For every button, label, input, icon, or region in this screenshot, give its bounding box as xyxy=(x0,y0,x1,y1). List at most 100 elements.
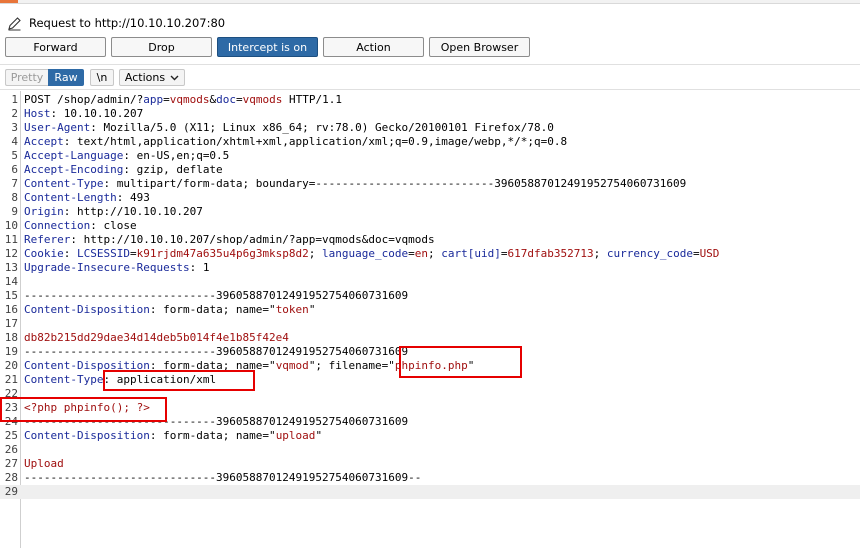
line-text: db82b215dd29dae34d14deb5b014f4e1b85f42e4 xyxy=(24,331,289,345)
line-number: 20 xyxy=(4,359,18,372)
code-token: Connection xyxy=(24,219,91,232)
code-token: Content-Type xyxy=(24,177,104,190)
raw-request-editor[interactable]: 1 POST /shop/admin/?app=vqmods&doc=vqmods… xyxy=(0,91,860,548)
actions-label: Actions xyxy=(124,71,166,84)
code-token: HTTP/1.1 xyxy=(282,93,342,106)
line-number: 15 xyxy=(4,289,18,302)
code-token: Upgrade-Insecure-Requests xyxy=(24,261,190,274)
line-number: 13 xyxy=(4,261,18,274)
highlight-content-type-box xyxy=(103,370,255,391)
line-text: Accept: text/html,application/xhtml+xml,… xyxy=(24,135,567,149)
code-line: 6 Accept-Encoding: gzip, deflate xyxy=(0,163,860,177)
code-token: : 493 xyxy=(116,191,150,204)
code-token: vqmod xyxy=(275,359,309,372)
action-button[interactable]: Action xyxy=(323,37,424,57)
line-text: -----------------------------39605887012… xyxy=(24,289,408,303)
line-number: 21 xyxy=(4,373,18,386)
code-line: 12 Cookie: LCSESSID=k91rjdm47a635u4p6g3mk… xyxy=(0,247,860,261)
code-line: 8 Content-Length: 493 xyxy=(0,191,860,205)
raw-view-tab[interactable]: Raw xyxy=(48,69,84,86)
line-text: -----------------------------39605887012… xyxy=(24,471,421,485)
line-number: 18 xyxy=(4,331,18,344)
code-line: 16 Content-Disposition: form-data; name="… xyxy=(0,303,860,317)
line-number: 11 xyxy=(4,233,18,246)
line-text: Upload xyxy=(24,457,64,471)
code-token: = xyxy=(129,247,137,260)
code-token: : xyxy=(63,247,77,260)
code-token: Accept xyxy=(24,135,64,148)
pretty-view-tab[interactable]: Pretty xyxy=(5,69,48,86)
code-token: Origin xyxy=(24,205,64,218)
code-line: 14 xyxy=(0,275,860,289)
code-line: 26 xyxy=(0,443,860,457)
code-token: = xyxy=(163,93,170,106)
code-token: token xyxy=(275,303,309,316)
show-newlines-toggle[interactable]: \n xyxy=(90,69,114,86)
intercept-toggle-button[interactable]: Intercept is on xyxy=(217,37,318,57)
code-token: -----------------------------39605887012… xyxy=(24,345,409,358)
code-token: Referer xyxy=(24,233,71,246)
code-line: 15 -----------------------------396058870… xyxy=(0,289,860,303)
line-text: Referer: http://10.10.10.207/shop/admin/… xyxy=(24,233,435,247)
line-text: -----------------------------39605887012… xyxy=(24,345,408,359)
line-number: 7 xyxy=(11,177,18,190)
line-number: 2 xyxy=(11,107,18,120)
code-line: 1 POST /shop/admin/?app=vqmods&doc=vqmods… xyxy=(0,93,860,107)
code-token: : form-data; name=" xyxy=(149,429,276,442)
code-token: User-Agent xyxy=(24,121,91,134)
line-text: Host: 10.10.10.207 xyxy=(24,107,143,121)
code-line: 2 Host: 10.10.10.207 xyxy=(0,107,860,121)
code-token: -----------------------------39605887012… xyxy=(24,471,422,484)
code-token: vqmods xyxy=(242,93,283,106)
code-line: 3 User-Agent: Mozilla/5.0 (X11; Linux x86… xyxy=(0,121,860,135)
code-token: Content-Disposition xyxy=(24,429,150,442)
chevron-down-icon xyxy=(170,71,179,84)
line-number: 12 xyxy=(4,247,18,260)
code-token: = xyxy=(235,93,243,106)
code-token: : http://10.10.10.207 xyxy=(63,205,203,218)
forward-button[interactable]: Forward xyxy=(5,37,106,57)
code-line: 18 db82b215dd29dae34d14deb5b014f4e1b85f42… xyxy=(0,331,860,345)
line-number: 9 xyxy=(11,205,18,218)
code-token: language_code xyxy=(322,247,409,260)
drop-button[interactable]: Drop xyxy=(111,37,212,57)
code-token: Host xyxy=(24,107,51,120)
code-token: : multipart/form-data; boundary=--------… xyxy=(103,177,687,190)
code-token: = xyxy=(408,247,415,260)
line-number: 10 xyxy=(4,219,18,232)
pencil-icon[interactable] xyxy=(7,16,22,31)
code-token: Content-Type xyxy=(24,373,104,386)
code-token: en xyxy=(414,247,429,260)
actions-dropdown[interactable]: Actions xyxy=(119,69,185,86)
line-text: Content-Type: multipart/form-data; bound… xyxy=(24,177,686,191)
line-number: 28 xyxy=(4,471,18,484)
line-number: 26 xyxy=(4,443,18,456)
code-token: Content-Length xyxy=(24,191,117,204)
code-line: 10 Connection: close xyxy=(0,219,860,233)
code-token: : Mozilla/5.0 (X11; Linux x86_64; rv:78.… xyxy=(90,121,554,134)
line-text: Cookie: LCSESSID=k91rjdm47a635u4p6g3mksp… xyxy=(24,247,719,261)
code-token: 617dfab352713 xyxy=(507,247,594,260)
highlight-php-payload-box xyxy=(0,397,167,422)
request-target-label: Request to http://10.10.10.207:80 xyxy=(29,16,226,30)
line-number: 17 xyxy=(4,317,18,330)
code-token: : en-US,en;q=0.5 xyxy=(123,149,230,162)
line-number: 29 xyxy=(4,485,18,498)
code-token: db82b215dd29dae34d14deb5b014f4e1b85f42e4 xyxy=(24,331,289,344)
line-number: 5 xyxy=(11,149,18,162)
open-browser-button[interactable]: Open Browser xyxy=(429,37,530,57)
window-top-strip xyxy=(0,0,860,4)
code-token: Upload xyxy=(24,457,64,470)
line-text: Content-Length: 493 xyxy=(24,191,150,205)
line-number: 6 xyxy=(11,163,18,176)
line-text: POST /shop/admin/?app=vqmods&doc=vqmods … xyxy=(24,93,342,107)
code-line: 5 Accept-Language: en-US,en;q=0.5 xyxy=(0,149,860,163)
code-token: : gzip, deflate xyxy=(123,163,223,176)
code-line: 17 xyxy=(0,317,860,331)
line-text: Connection: close xyxy=(24,219,137,233)
code-token: : text/html,application/xhtml+xml,applic… xyxy=(63,135,568,148)
line-number: 27 xyxy=(4,457,18,470)
code-line: 25 Content-Disposition: form-data; name="… xyxy=(0,429,860,443)
code-token: ; xyxy=(428,247,442,260)
code-token: POST /shop/admin/? xyxy=(24,93,144,106)
